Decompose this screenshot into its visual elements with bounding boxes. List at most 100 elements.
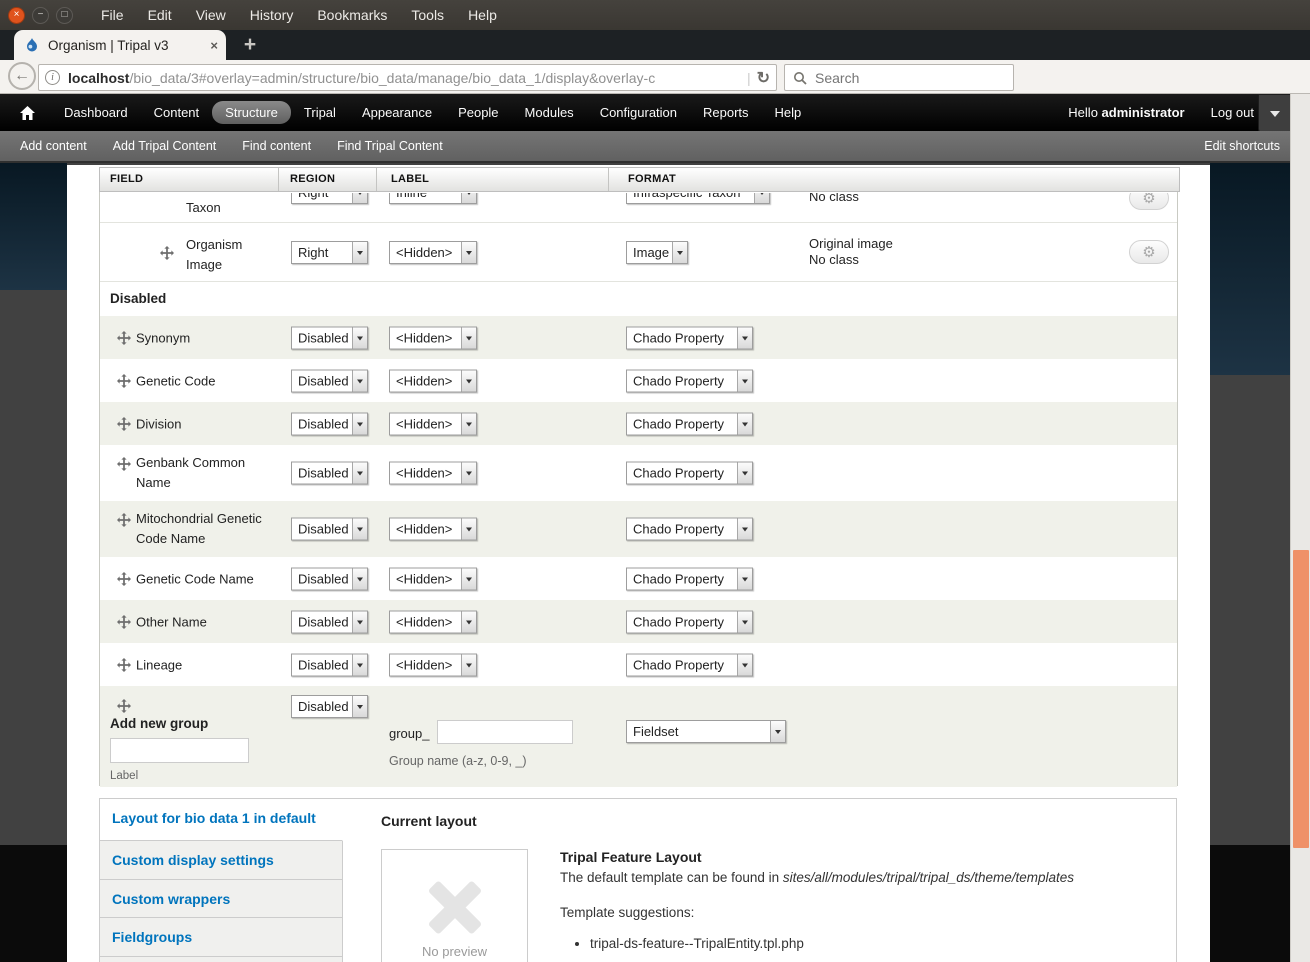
- format-select[interactable]: Infraspecific Taxon: [626, 193, 770, 204]
- shortcut-add-content[interactable]: Add content: [20, 139, 87, 153]
- format-select[interactable]: Chado Property: [626, 610, 753, 633]
- no-preview-label: No preview: [422, 944, 487, 959]
- toolbar-toggle-button[interactable]: [1258, 94, 1292, 133]
- format-select[interactable]: Chado Property: [626, 567, 753, 590]
- menu-tools[interactable]: Tools: [411, 7, 444, 23]
- admin-item-dashboard[interactable]: Dashboard: [51, 101, 141, 124]
- shortcut-find-content[interactable]: Find content: [242, 139, 311, 153]
- admin-item-tripal[interactable]: Tripal: [291, 101, 349, 124]
- field-label: Lineage: [136, 657, 182, 672]
- menu-help[interactable]: Help: [468, 7, 497, 23]
- admin-item-people[interactable]: People: [445, 101, 511, 124]
- drag-handle-icon[interactable]: [117, 658, 131, 672]
- menu-bookmarks[interactable]: Bookmarks: [317, 7, 387, 23]
- scrollbar-track[interactable]: [1290, 94, 1310, 962]
- site-info-icon[interactable]: i: [45, 70, 60, 85]
- new-tab-button[interactable]: +: [236, 32, 264, 60]
- edit-shortcuts-link[interactable]: Edit shortcuts: [1204, 139, 1280, 153]
- shortcut-find-tripal-content[interactable]: Find Tripal Content: [337, 139, 443, 153]
- region-select[interactable]: Disabled: [291, 326, 368, 349]
- drag-handle-icon[interactable]: [117, 572, 131, 586]
- reload-icon[interactable]: ↻: [757, 68, 770, 88]
- browser-window: × − □ File Edit View History Bookmarks T…: [0, 0, 1310, 962]
- drag-handle-icon[interactable]: [117, 374, 131, 388]
- format-select[interactable]: Image: [626, 241, 688, 264]
- format-select[interactable]: Chado Property: [626, 462, 753, 485]
- label-select[interactable]: Inline: [389, 193, 477, 204]
- logout-link[interactable]: Log out: [1211, 105, 1254, 120]
- region-select[interactable]: Disabled: [291, 369, 368, 392]
- label-select[interactable]: <Hidden>: [389, 518, 477, 541]
- drag-handle-icon[interactable]: [117, 457, 131, 471]
- menu-view[interactable]: View: [196, 7, 226, 23]
- label-select[interactable]: <Hidden>: [389, 369, 477, 392]
- drag-handle-icon[interactable]: [117, 615, 131, 629]
- label-select[interactable]: <Hidden>: [389, 412, 477, 435]
- search-input[interactable]: [815, 70, 985, 86]
- menu-file[interactable]: File: [101, 7, 124, 23]
- format-select[interactable]: Chado Property: [626, 518, 753, 541]
- admin-item-configuration[interactable]: Configuration: [587, 101, 690, 124]
- label-select[interactable]: <Hidden>: [389, 326, 477, 349]
- layout-description: Tripal Feature Layout The default templa…: [560, 849, 1140, 951]
- gear-settings-button[interactable]: ⚙: [1129, 193, 1169, 210]
- tab-layout-default[interactable]: Layout for bio data 1 in default: [100, 799, 343, 841]
- admin-item-appearance[interactable]: Appearance: [349, 101, 445, 124]
- drag-handle-icon[interactable]: [117, 331, 131, 345]
- label-select[interactable]: <Hidden>: [389, 462, 477, 485]
- menu-edit[interactable]: Edit: [148, 7, 172, 23]
- window-minimize-button[interactable]: −: [32, 7, 49, 24]
- format-select[interactable]: Fieldset: [626, 720, 786, 743]
- region-select[interactable]: Disabled: [291, 695, 368, 718]
- region-select[interactable]: Disabled: [291, 610, 368, 633]
- table-row-genetic-code: Genetic Code Disabled <Hidden> Chado Pro…: [100, 359, 1177, 402]
- region-select[interactable]: Disabled: [291, 518, 368, 541]
- tab-fieldgroups[interactable]: Fieldgroups: [100, 918, 343, 957]
- drag-handle-icon[interactable]: [117, 513, 131, 527]
- region-select[interactable]: Right: [291, 241, 368, 264]
- admin-home-icon[interactable]: [20, 106, 35, 120]
- region-select[interactable]: Disabled: [291, 462, 368, 485]
- overlay-panel: FIELD REGION LABEL FORMAT Taxon Right In…: [67, 165, 1210, 962]
- admin-item-structure[interactable]: Structure: [212, 101, 291, 124]
- browser-tab[interactable]: Organism | Tripal v3 ×: [14, 30, 226, 60]
- tab-custom-wrappers[interactable]: Custom wrappers: [100, 880, 343, 918]
- label-select[interactable]: <Hidden>: [389, 610, 477, 633]
- group-label-input[interactable]: [110, 738, 249, 763]
- tab-close-icon[interactable]: ×: [210, 38, 218, 53]
- scrollbar-thumb[interactable]: [1293, 550, 1309, 848]
- drag-handle-icon[interactable]: [117, 699, 131, 713]
- region-select[interactable]: Disabled: [291, 412, 368, 435]
- menu-history[interactable]: History: [250, 7, 294, 23]
- label-select[interactable]: <Hidden>: [389, 653, 477, 676]
- window-close-button[interactable]: ×: [8, 7, 25, 24]
- region-select[interactable]: Disabled: [291, 653, 368, 676]
- template-suggestions-list: tripal-ds-feature--TripalEntity.tpl.php: [590, 936, 1140, 951]
- label-select[interactable]: <Hidden>: [389, 241, 477, 264]
- admin-item-content[interactable]: Content: [141, 101, 213, 124]
- page-background-left: [0, 163, 67, 290]
- format-select[interactable]: Chado Property: [626, 653, 753, 676]
- shortcut-add-tripal-content[interactable]: Add Tripal Content: [113, 139, 217, 153]
- drag-handle-icon[interactable]: [160, 246, 174, 260]
- region-select[interactable]: Right: [291, 193, 368, 204]
- admin-item-reports[interactable]: Reports: [690, 101, 762, 124]
- format-select[interactable]: Chado Property: [626, 412, 753, 435]
- url-bar[interactable]: i localhost/bio_data/3#overlay=admin/str…: [38, 64, 777, 91]
- tab-custom-display-settings[interactable]: Custom display settings: [100, 841, 343, 880]
- format-select[interactable]: Chado Property: [626, 326, 753, 349]
- field-label: Genetic Code Name: [136, 571, 254, 586]
- group-name-input[interactable]: [437, 720, 573, 744]
- drag-handle-icon[interactable]: [117, 417, 131, 431]
- search-bar[interactable]: [784, 64, 1014, 91]
- gear-settings-button[interactable]: ⚙: [1129, 240, 1169, 264]
- admin-item-help[interactable]: Help: [762, 101, 815, 124]
- back-button[interactable]: ←: [8, 62, 36, 90]
- label-select[interactable]: <Hidden>: [389, 567, 477, 590]
- format-select[interactable]: Chado Property: [626, 369, 753, 392]
- region-select[interactable]: Disabled: [291, 567, 368, 590]
- window-maximize-button[interactable]: □: [56, 7, 73, 24]
- url-text: localhost/bio_data/3#overlay=admin/struc…: [68, 70, 741, 86]
- tab-partial[interactable]: [100, 957, 343, 962]
- admin-item-modules[interactable]: Modules: [512, 101, 587, 124]
